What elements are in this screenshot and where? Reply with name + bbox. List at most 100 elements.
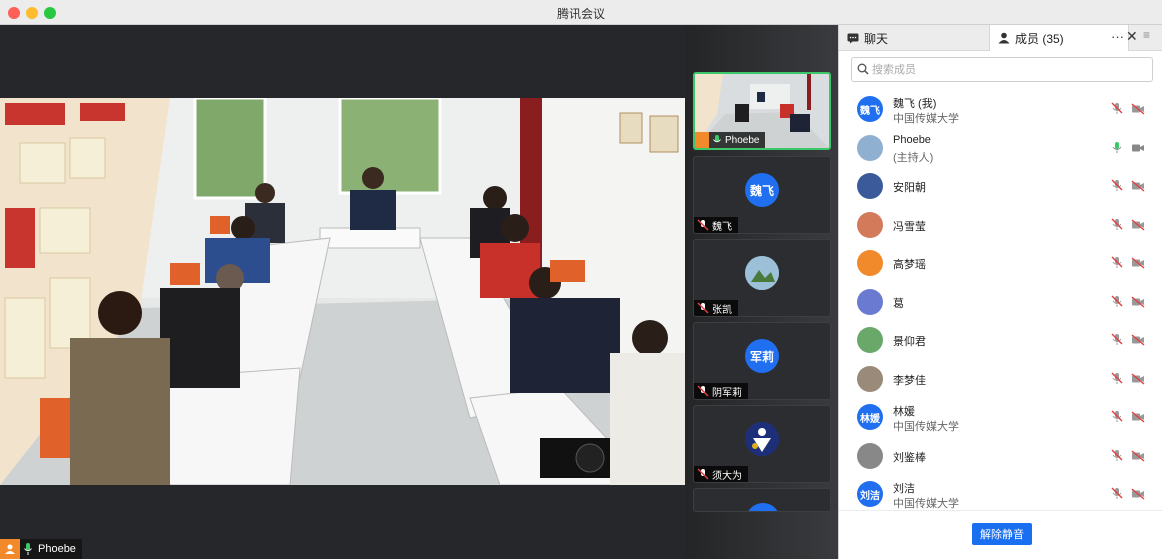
mic-muted-icon[interactable] (1111, 179, 1123, 197)
window-title: 腾讯会议 (556, 7, 605, 21)
member-row[interactable]: 魏飞 魏飞 (我) 中国传媒大学 (839, 90, 1162, 128)
tile-name-tag: 阴军莉 (694, 383, 748, 399)
mic-muted-icon[interactable] (1111, 487, 1123, 505)
member-row[interactable]: 冯雪莹 (839, 206, 1162, 244)
avatar: 林媛 (857, 404, 883, 430)
avatar: 魏飞 (857, 96, 883, 122)
close-icon[interactable]: ✕ (1126, 28, 1138, 45)
menu-icon[interactable]: ≡ (1143, 28, 1150, 42)
member-row[interactable]: 高梦瑶 (839, 244, 1162, 282)
mic-muted-icon[interactable] (1111, 295, 1123, 313)
unmute-all-button[interactable]: 解除静音 (972, 523, 1032, 545)
member-row[interactable]: 李梦佳 (839, 360, 1162, 398)
avatar: 刘洁 (857, 481, 883, 507)
search-input[interactable] (872, 60, 1142, 79)
mic-muted-icon[interactable] (1111, 218, 1123, 236)
avatar (746, 503, 780, 511)
member-subtitle: 中国传媒大学 (893, 498, 959, 510)
member-subtitle: (主持人) (893, 151, 934, 164)
tab-chat[interactable]: 聊天 (839, 25, 989, 51)
members-panel: 聊天 成员 (35) ··· ✕ ≡ 魏飞魏飞 (我) 中国传媒大学 Phoebe (… (838, 25, 1162, 559)
video-tile-partial[interactable] (693, 488, 831, 512)
main-video-area[interactable]: Phoebe (0, 25, 685, 559)
avatar (857, 327, 883, 353)
video-tile-weifei[interactable]: 魏飞 魏飞 (693, 156, 831, 234)
chat-icon (847, 33, 859, 43)
mic-muted-icon (697, 385, 709, 397)
member-name: 冯雪莹 (893, 220, 926, 233)
tile-name-tag: Phoebe (695, 132, 766, 148)
video-tile-xudawei[interactable]: 须大为 (693, 405, 831, 483)
tile-name: Phoebe (725, 134, 760, 146)
panel-footer: 解除静音 (839, 510, 1162, 559)
camera-off-icon[interactable] (1131, 487, 1145, 505)
more-options-icon[interactable]: ··· (1111, 29, 1124, 44)
camera-off-icon[interactable] (1131, 102, 1145, 120)
member-name: 刘鉴棒 (893, 451, 926, 464)
tile-name: 阴军莉 (712, 387, 742, 399)
speaker-name: Phoebe (38, 543, 76, 555)
member-list[interactable]: 魏飞 魏飞 (我) 中国传媒大学 Phoebe (主持人) 安阳朝 冯雪莹 高梦瑶葛景仰君 李梦… (839, 90, 1162, 510)
avatar: 魏飞 (745, 173, 779, 207)
participant-video-strip[interactable]: Phoebe 魏飞 魏飞 张凯 军莉 阴军莉 须大为 (685, 25, 838, 559)
camera-off-icon[interactable] (1131, 179, 1145, 197)
video-tile-yinjunli[interactable]: 军莉 阴军莉 (693, 322, 831, 400)
member-row[interactable]: 景仰君 (839, 321, 1162, 359)
camera-off-icon[interactable] (1131, 333, 1145, 351)
mic-muted-icon[interactable] (1111, 410, 1123, 428)
camera-off-icon[interactable] (1131, 218, 1145, 236)
member-row[interactable]: Phoebe (主持人) (839, 129, 1162, 167)
search-icon (857, 63, 869, 75)
mic-muted-icon[interactable] (1111, 256, 1123, 274)
tab-members[interactable]: 成员 (35) (989, 25, 1129, 51)
tile-name-tag: 魏飞 (694, 217, 738, 233)
camera-off-icon[interactable] (1131, 256, 1145, 274)
mic-on-icon[interactable] (1111, 141, 1123, 159)
avatar (857, 442, 883, 469)
member-name: 安阳朝 (893, 182, 926, 194)
camera-off-icon[interactable] (1131, 372, 1145, 390)
person-icon (998, 32, 1010, 44)
panel-tabs: 聊天 成员 (35) ··· ✕ ≡ (839, 25, 1162, 51)
camera-off-icon[interactable] (1131, 410, 1145, 428)
video-tile-zhangkai[interactable]: 张凯 (693, 239, 831, 317)
host-badge-icon (0, 539, 20, 559)
avatar (857, 211, 883, 238)
avatar (857, 288, 883, 315)
tile-name: 魏飞 (712, 221, 732, 233)
avatar (857, 250, 883, 276)
member-name: 刘洁 (893, 483, 915, 495)
member-row[interactable]: 林媛 林媛 中国传媒大学 (839, 398, 1162, 436)
member-row[interactable]: 刘洁 刘洁 中国传媒大学 (839, 475, 1162, 513)
tile-name: 张凯 (712, 304, 732, 316)
mic-muted-icon[interactable] (1111, 449, 1123, 467)
mic-muted-icon[interactable] (1111, 102, 1123, 120)
speaker-name-tag: Phoebe (0, 539, 82, 559)
meeting-window: 腾讯会议 Phoebe Phoebe 魏飞 魏飞 张凯 军莉 阴军莉 须大为 聊… (0, 0, 1162, 559)
member-name: Phoebe (893, 133, 931, 146)
avatar (857, 365, 883, 392)
mic-muted-icon (697, 219, 709, 231)
mic-muted-icon[interactable] (1111, 372, 1123, 390)
camera-off-icon[interactable] (1131, 295, 1145, 313)
member-name: 林媛 (893, 406, 915, 418)
meeting-room-image (0, 98, 685, 485)
member-row[interactable]: 刘鉴棒 (839, 437, 1162, 475)
mic-on-icon (713, 135, 721, 143)
video-tile-phoebe[interactable]: Phoebe (693, 72, 831, 150)
camera-off-icon[interactable] (1131, 449, 1145, 467)
member-row[interactable]: 葛 (839, 283, 1162, 321)
member-row[interactable]: 安阳朝 (839, 167, 1162, 205)
tile-name: 须大为 (712, 470, 742, 482)
mic-muted-icon[interactable] (1111, 333, 1123, 351)
tile-name-tag: 张凯 (694, 300, 738, 316)
member-name: 魏飞 (我) (893, 98, 937, 110)
member-name: 葛 (893, 297, 904, 310)
member-search-box[interactable] (851, 57, 1153, 82)
camera-icon[interactable] (1131, 141, 1145, 159)
mic-muted-icon (697, 468, 709, 480)
member-name: 景仰君 (893, 336, 926, 348)
tab-chat-label: 聊天 (864, 31, 889, 46)
member-name: 高梦瑶 (893, 259, 926, 271)
avatar (745, 256, 779, 290)
